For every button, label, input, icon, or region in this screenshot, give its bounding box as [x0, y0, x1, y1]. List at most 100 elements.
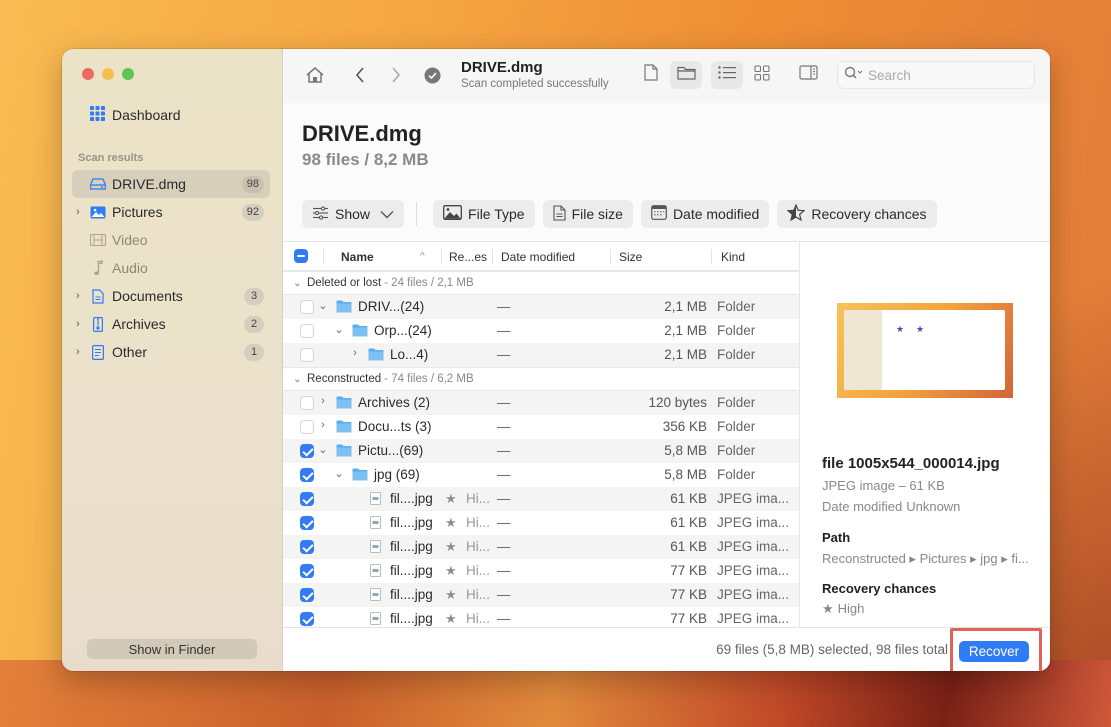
- table-row[interactable]: › Archives (2) — 120 bytes Folder: [283, 391, 799, 415]
- chevron-right-icon[interactable]: ›: [76, 346, 86, 358]
- sidebar-item-pictures[interactable]: › Pictures 92: [72, 198, 270, 226]
- chevron-right-icon[interactable]: ›: [318, 419, 328, 431]
- column-header-recovery[interactable]: Re...es: [449, 250, 487, 264]
- kind-value: Folder: [717, 395, 756, 410]
- table-row[interactable]: ⌄ Pictu...(69) — 5,8 MB Folder: [283, 439, 799, 463]
- folder-view-button[interactable]: [670, 61, 702, 89]
- detail-date: Date modified Unknown: [822, 499, 960, 514]
- table-row[interactable]: fil....jpg ★ Hi... — 61 KB JPEG ima...: [283, 511, 799, 535]
- chevron-right-icon[interactable]: ›: [76, 318, 86, 330]
- sidebar-item-label: Archives: [112, 316, 166, 332]
- chevron-down-icon[interactable]: ⌄: [318, 443, 328, 456]
- chevron-right-icon[interactable]: ›: [318, 395, 328, 407]
- row-checkbox[interactable]: [300, 324, 314, 338]
- recovery-value: Hi...: [466, 563, 491, 578]
- chevron-right-icon[interactable]: ›: [76, 290, 86, 302]
- close-button[interactable]: [82, 68, 94, 80]
- show-filter-button[interactable]: Show: [302, 200, 405, 228]
- row-checkbox[interactable]: [300, 348, 314, 362]
- size-value: 61 KB: [670, 515, 707, 530]
- row-checkbox[interactable]: [300, 396, 314, 410]
- search-input[interactable]: [868, 67, 1018, 83]
- home-icon[interactable]: [304, 65, 326, 85]
- size-value: 5,8 MB: [664, 467, 707, 482]
- recover-button[interactable]: Recover: [959, 641, 1029, 662]
- minimize-button[interactable]: [102, 68, 114, 80]
- chevron-down-icon[interactable]: ⌄: [334, 467, 344, 480]
- sidebar-item-dashboard[interactable]: Dashboard: [90, 106, 181, 124]
- path-value: Reconstructed ▸ Pictures ▸ jpg ▸ fi...: [822, 551, 1029, 566]
- column-header-size[interactable]: Size: [619, 250, 642, 264]
- table-row[interactable]: ⌄ DRIV...(24) — 2,1 MB Folder: [283, 295, 799, 319]
- date-value: —: [497, 443, 511, 458]
- row-checkbox[interactable]: [300, 468, 314, 482]
- kind-value: JPEG ima...: [717, 515, 790, 530]
- recovery-chances-label: Recovery chances: [811, 206, 927, 222]
- kind-value: Folder: [717, 419, 756, 434]
- sidebar-item-archives[interactable]: › Archives 2: [72, 310, 270, 338]
- table-row[interactable]: fil....jpg ★ Hi... — 77 KB JPEG ima...: [283, 559, 799, 583]
- chevron-right-icon[interactable]: ›: [76, 206, 86, 218]
- star-icon: ★: [916, 324, 925, 334]
- grid-view-button[interactable]: [746, 61, 778, 89]
- date-value: —: [497, 515, 511, 530]
- file-type-label: File Type: [468, 206, 525, 222]
- row-checkbox[interactable]: [300, 492, 314, 506]
- folder-icon: [336, 444, 352, 460]
- date-modified-label: Date modified: [672, 206, 760, 222]
- list-view-button[interactable]: [711, 61, 743, 89]
- row-checkbox[interactable]: [300, 564, 314, 578]
- folder-icon: [336, 420, 352, 436]
- date-modified-filter-button[interactable]: Date modified: [640, 200, 770, 228]
- file-type-filter-button[interactable]: File Type: [433, 200, 535, 228]
- star-icon: ★: [445, 587, 457, 602]
- row-checkbox[interactable]: [300, 420, 314, 434]
- sidebar-item-audio[interactable]: Audio: [72, 254, 270, 282]
- chevron-down-icon[interactable]: ⌄: [293, 278, 307, 289]
- table-row[interactable]: ⌄ jpg (69) — 5,8 MB Folder: [283, 463, 799, 487]
- show-in-finder-button[interactable]: Show in Finder: [87, 639, 257, 659]
- forward-icon[interactable]: [385, 65, 407, 85]
- table-row[interactable]: fil....jpg ★ Hi... — 77 KB JPEG ima...: [283, 583, 799, 607]
- size-value: 2,1 MB: [664, 347, 707, 362]
- table-row[interactable]: › Docu...ts (3) — 356 KB Folder: [283, 415, 799, 439]
- table-row[interactable]: › Lo...4) — 2,1 MB Folder: [283, 343, 799, 367]
- select-all-checkbox[interactable]: [294, 249, 308, 263]
- column-header-date[interactable]: Date modified: [501, 250, 575, 264]
- chevron-right-icon[interactable]: ›: [350, 347, 360, 359]
- filter-bar: Show File Type File size Date modified R…: [302, 200, 937, 228]
- sidebar-item-other[interactable]: › Other 1: [72, 338, 270, 366]
- search-field[interactable]: [837, 61, 1035, 89]
- row-checkbox[interactable]: [300, 516, 314, 530]
- zoom-button[interactable]: [122, 68, 134, 80]
- sidebar-item-video[interactable]: Video: [72, 226, 270, 254]
- detail-type: JPEG image – 61 KB: [822, 478, 945, 493]
- group-header-reconstructed[interactable]: ⌄ Reconstructed - 74 files / 6,2 MB: [283, 367, 799, 391]
- file-size-filter-button[interactable]: File size: [542, 200, 633, 228]
- row-checkbox[interactable]: [300, 540, 314, 554]
- sidebar-item-drive[interactable]: DRIVE.dmg 98: [72, 170, 270, 198]
- back-icon[interactable]: [349, 65, 371, 85]
- file-view-button[interactable]: [635, 61, 667, 89]
- table-row[interactable]: fil....jpg ★ Hi... — 61 KB JPEG ima...: [283, 487, 799, 511]
- table-row[interactable]: ⌄ Orp...(24) — 2,1 MB Folder: [283, 319, 799, 343]
- sidebar-item-documents[interactable]: › Documents 3: [72, 282, 270, 310]
- group-header-deleted[interactable]: ⌄ Deleted or lost - 24 files / 2,1 MB: [283, 271, 799, 295]
- column-header-kind[interactable]: Kind: [721, 250, 745, 264]
- row-checkbox[interactable]: [300, 444, 314, 458]
- chevron-down-icon[interactable]: ⌄: [334, 323, 344, 336]
- date-label: Date modified: [822, 499, 903, 514]
- chevron-down-icon[interactable]: ⌄: [293, 374, 307, 385]
- table-row[interactable]: fil....jpg ★ Hi... — 77 KB JPEG ima...: [283, 607, 799, 627]
- row-checkbox[interactable]: [300, 612, 314, 626]
- sort-ascending-icon[interactable]: ^: [420, 251, 425, 262]
- table-row[interactable]: fil....jpg ★ Hi... — 61 KB JPEG ima...: [283, 535, 799, 559]
- kind-value: Folder: [717, 443, 756, 458]
- row-checkbox[interactable]: [300, 300, 314, 314]
- toggle-preview-button[interactable]: [792, 61, 824, 89]
- chevron-down-icon[interactable]: ⌄: [318, 299, 328, 312]
- recovery-chances-filter-button[interactable]: Recovery chances: [777, 200, 937, 228]
- column-header-name[interactable]: Name: [341, 250, 374, 264]
- date-value: —: [497, 587, 511, 602]
- row-checkbox[interactable]: [300, 588, 314, 602]
